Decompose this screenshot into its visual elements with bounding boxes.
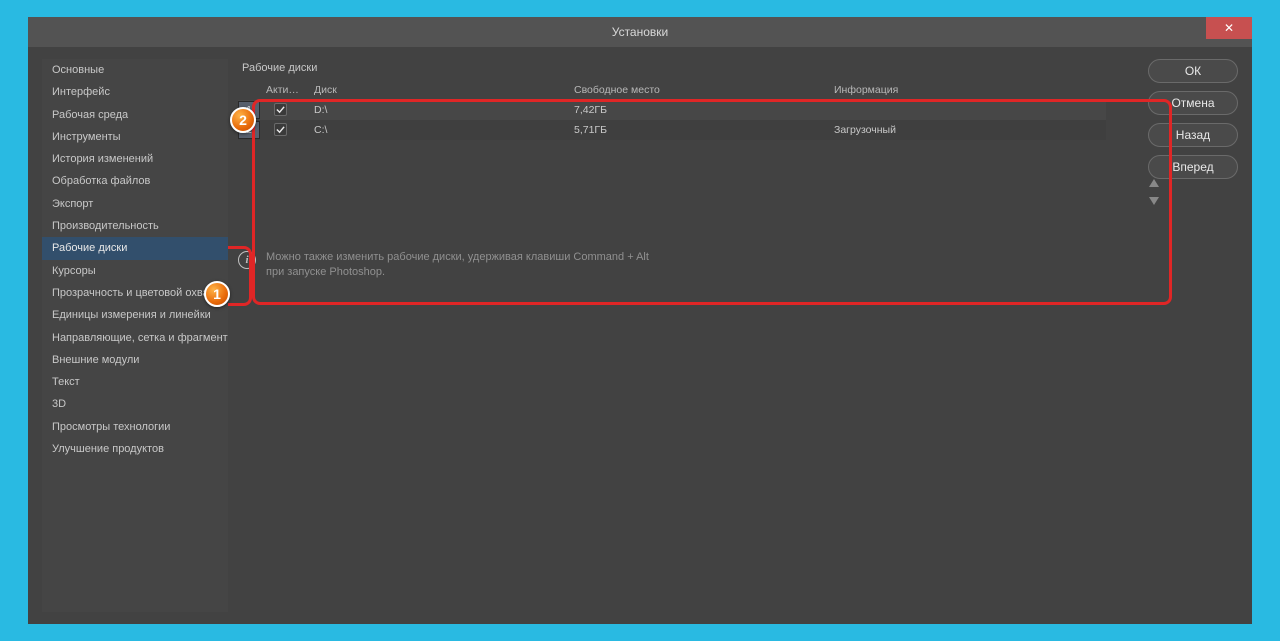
cell-info: Загрузочный bbox=[828, 120, 1106, 140]
hint-text: Можно также изменить рабочие диски, удер… bbox=[266, 250, 649, 280]
move-down-button[interactable] bbox=[1146, 194, 1162, 208]
sidebar-item-workspace[interactable]: Рабочая среда bbox=[42, 104, 228, 126]
col-active[interactable]: Актив... bbox=[260, 80, 308, 100]
prev-button[interactable]: Назад bbox=[1148, 123, 1238, 147]
category-sidebar: Основные Интерфейс Рабочая среда Инструм… bbox=[42, 59, 228, 612]
checkbox-active[interactable] bbox=[274, 123, 287, 136]
cell-free: 7,42ГБ bbox=[568, 100, 828, 120]
col-index bbox=[238, 80, 260, 100]
panel-scratch-disks: Рабочие диски Актив... Диск Свободное ме… bbox=[238, 59, 1138, 612]
sidebar-item-performance[interactable]: Производительность bbox=[42, 215, 228, 237]
arrow-down-icon bbox=[1148, 196, 1160, 206]
sidebar-item-guides-grid[interactable]: Направляющие, сетка и фрагменты bbox=[42, 327, 228, 349]
preferences-dialog: Установки ✕ 1 2 Основные Интерфейс Рабоч… bbox=[28, 17, 1252, 624]
cell-free: 5,71ГБ bbox=[568, 120, 828, 140]
sidebar-item-units-rulers[interactable]: Единицы измерения и линейки bbox=[42, 304, 228, 326]
window-title: Установки bbox=[612, 25, 668, 39]
col-drive[interactable]: Диск bbox=[308, 80, 568, 100]
table-row[interactable]: 2 C:\ 5,71ГБ Загрузочный bbox=[238, 120, 1106, 140]
sidebar-item-tech-previews[interactable]: Просмотры технологии bbox=[42, 416, 228, 438]
annotation-badge-2: 2 bbox=[230, 107, 256, 133]
sidebar-item-export[interactable]: Экспорт bbox=[42, 193, 228, 215]
arrow-up-icon bbox=[1148, 178, 1160, 188]
sidebar-item-3d[interactable]: 3D bbox=[42, 393, 228, 415]
close-icon: ✕ bbox=[1224, 21, 1234, 35]
info-icon: i bbox=[238, 251, 256, 269]
hint-line2: при запуске Photoshop. bbox=[266, 266, 385, 278]
check-icon bbox=[276, 105, 285, 114]
scratch-disk-table: Актив... Диск Свободное место Информация… bbox=[238, 80, 1138, 140]
hint-row: i Можно также изменить рабочие диски, уд… bbox=[238, 246, 1138, 284]
hint-line1: Можно также изменить рабочие диски, удер… bbox=[266, 251, 649, 263]
col-info[interactable]: Информация bbox=[828, 80, 1106, 100]
checkbox-active[interactable] bbox=[274, 103, 287, 116]
annotation-badge-1: 1 bbox=[204, 281, 230, 307]
sidebar-item-scratch-disks[interactable]: Рабочие диски bbox=[42, 237, 228, 259]
col-free[interactable]: Свободное место bbox=[568, 80, 828, 100]
ok-button[interactable]: ОК bbox=[1148, 59, 1238, 83]
close-button[interactable]: ✕ bbox=[1206, 17, 1252, 39]
panel-label: Рабочие диски bbox=[238, 59, 1138, 80]
table-body: 1 D:\ 7,42ГБ 2 bbox=[238, 100, 1106, 140]
cell-info bbox=[828, 106, 1106, 114]
table-header: Актив... Диск Свободное место Информация bbox=[238, 80, 1106, 100]
cell-active[interactable] bbox=[260, 99, 308, 121]
sidebar-item-transparency[interactable]: Прозрачность и цветовой охват bbox=[42, 282, 228, 304]
check-icon bbox=[276, 125, 285, 134]
sidebar-item-product-improvement[interactable]: Улучшение продуктов bbox=[42, 438, 228, 460]
sidebar-item-file-handling[interactable]: Обработка файлов bbox=[42, 170, 228, 192]
sidebar-item-plugins[interactable]: Внешние модули bbox=[42, 349, 228, 371]
cell-drive: C:\ bbox=[308, 120, 568, 140]
sidebar-item-general[interactable]: Основные bbox=[42, 59, 228, 81]
move-up-button[interactable] bbox=[1146, 176, 1162, 190]
sidebar-item-tools[interactable]: Инструменты bbox=[42, 126, 228, 148]
table-row[interactable]: 1 D:\ 7,42ГБ bbox=[238, 100, 1106, 120]
cell-active[interactable] bbox=[260, 119, 308, 141]
sidebar-item-cursors[interactable]: Курсоры bbox=[42, 260, 228, 282]
reorder-controls bbox=[1146, 176, 1162, 208]
cell-drive: D:\ bbox=[308, 100, 568, 120]
dialog-buttons: ОК Отмена Назад Вперед bbox=[1148, 59, 1238, 612]
cancel-button[interactable]: Отмена bbox=[1148, 91, 1238, 115]
sidebar-item-history-log[interactable]: История изменений bbox=[42, 148, 228, 170]
sidebar-item-interface[interactable]: Интерфейс bbox=[42, 81, 228, 103]
sidebar-item-type[interactable]: Текст bbox=[42, 371, 228, 393]
dialog-body: 1 2 Основные Интерфейс Рабочая среда Инс… bbox=[28, 47, 1252, 624]
titlebar[interactable]: Установки ✕ bbox=[28, 17, 1252, 47]
